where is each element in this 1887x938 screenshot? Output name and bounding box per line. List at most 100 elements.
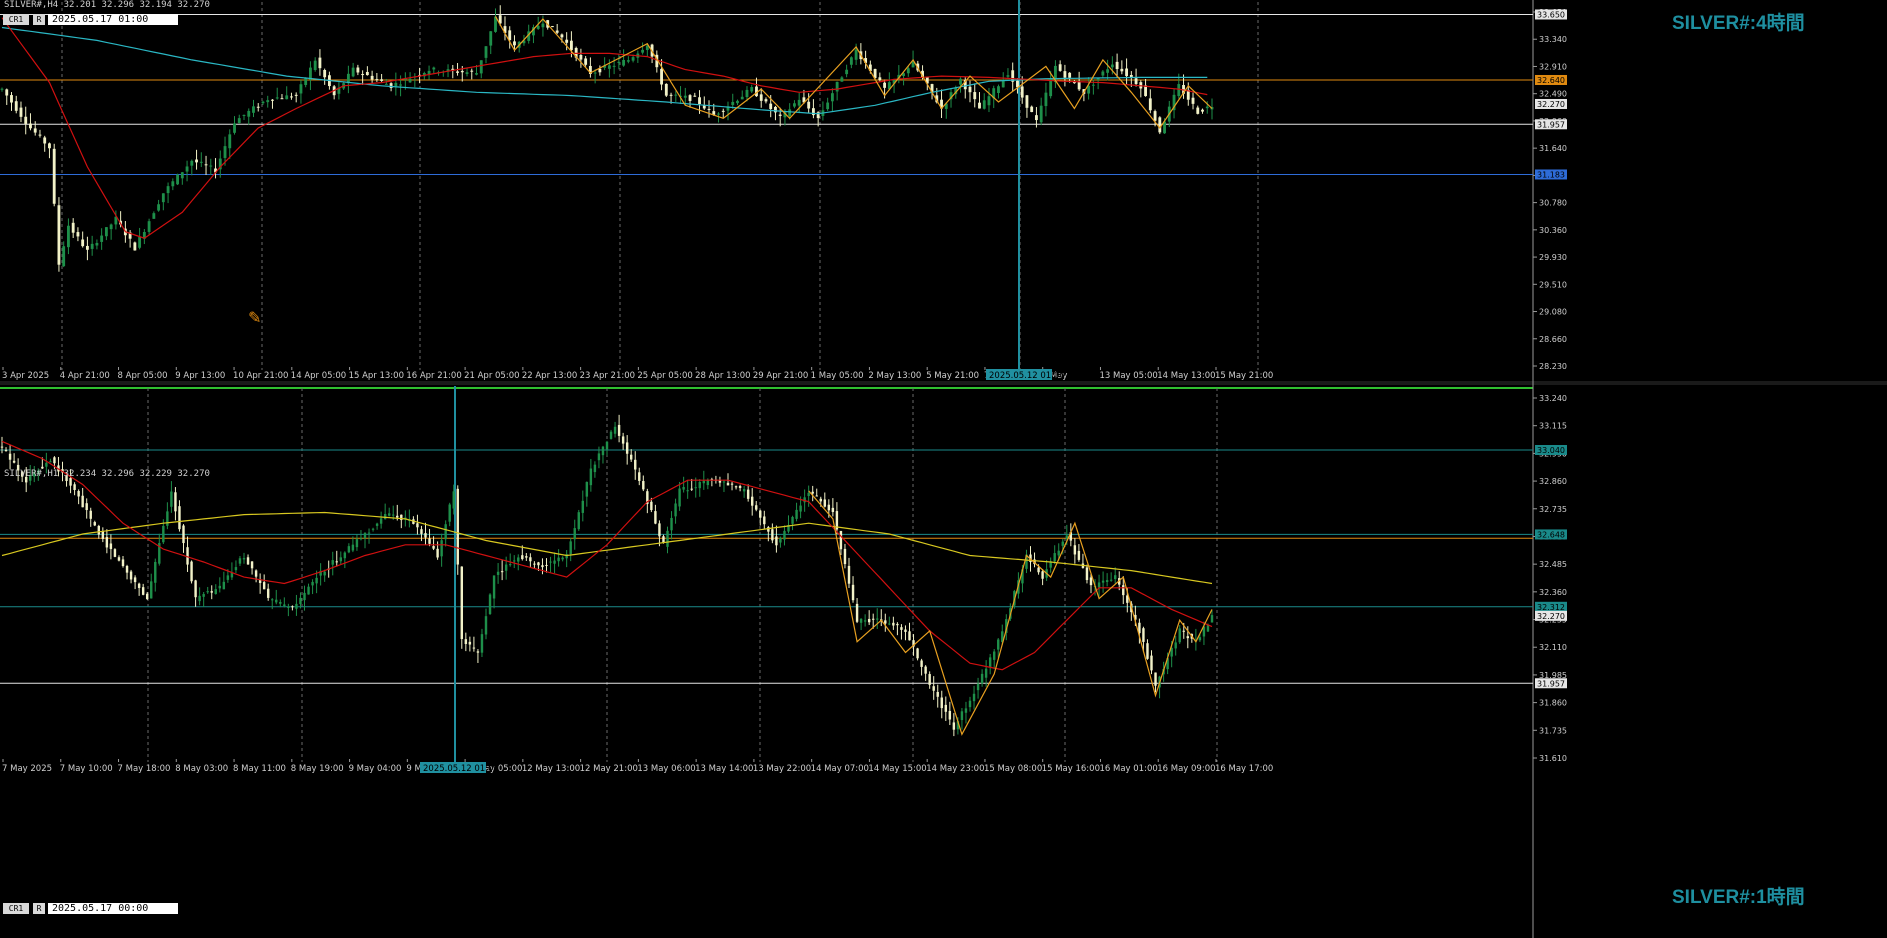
candle-body bbox=[81, 495, 84, 508]
candle-body bbox=[906, 68, 910, 74]
x-tick-label: 8 May 03:00 bbox=[175, 764, 228, 774]
candle-body bbox=[384, 83, 388, 85]
candle-body bbox=[740, 96, 744, 100]
x-tick-label: 14 May 23:00 bbox=[926, 764, 984, 774]
candle-body bbox=[290, 96, 293, 98]
candle-body bbox=[553, 560, 556, 564]
ma-red-line bbox=[1, 17, 1208, 239]
candle-body bbox=[819, 498, 822, 502]
h1-cr-button[interactable]: CR1 bbox=[3, 903, 29, 914]
candle-body bbox=[97, 525, 101, 535]
y-tick-label: 31.860 bbox=[1539, 699, 1567, 708]
candle-body bbox=[436, 548, 439, 558]
candle-body bbox=[85, 503, 88, 511]
candle-body bbox=[968, 86, 972, 93]
candle-body bbox=[109, 543, 113, 549]
x-tick-label: 13 May 06:00 bbox=[637, 764, 695, 774]
price-tag-label: 32.270 bbox=[1537, 100, 1565, 109]
candle-body bbox=[1113, 575, 1117, 580]
candle-body bbox=[664, 83, 668, 96]
candle-body bbox=[1105, 580, 1109, 582]
candle-body bbox=[53, 457, 56, 464]
candle-body bbox=[93, 522, 96, 526]
candle-body bbox=[238, 558, 242, 564]
y-tick-label: 31.735 bbox=[1539, 726, 1567, 735]
candle-body bbox=[1006, 75, 1010, 77]
candle-body bbox=[932, 686, 935, 691]
candle-body bbox=[178, 506, 181, 530]
candle-body bbox=[5, 89, 9, 96]
candle-body bbox=[318, 57, 322, 69]
candle-body bbox=[166, 511, 169, 526]
candle-body bbox=[670, 517, 673, 531]
candle-body bbox=[738, 486, 742, 488]
candle-body bbox=[254, 570, 258, 577]
candle-body bbox=[113, 549, 117, 557]
h1-watermark: SILVER#:1時間 bbox=[1672, 887, 1805, 908]
candle-body bbox=[774, 106, 777, 113]
h4-r-button[interactable]: R bbox=[33, 14, 45, 25]
candle-body bbox=[1101, 71, 1105, 76]
price-tag-label: 31.957 bbox=[1537, 679, 1565, 688]
candle-body bbox=[863, 620, 867, 622]
candle-body bbox=[1146, 643, 1149, 659]
candle-body bbox=[206, 591, 209, 593]
candle-body bbox=[541, 23, 545, 28]
candle-body bbox=[815, 495, 818, 497]
candle-body bbox=[508, 564, 512, 566]
candle-body bbox=[291, 606, 294, 608]
candle-body bbox=[797, 99, 801, 106]
h4-date-box[interactable]: 2025.05.17 01:00 bbox=[48, 14, 178, 25]
candle-body bbox=[707, 108, 711, 110]
candle-body bbox=[871, 618, 875, 620]
candle-body bbox=[218, 585, 222, 589]
candle-body bbox=[769, 103, 773, 109]
y-tick-label: 32.910 bbox=[1539, 62, 1567, 71]
candle-body bbox=[980, 673, 984, 684]
candle-body bbox=[375, 79, 379, 81]
candle-body bbox=[992, 651, 996, 660]
candle-body bbox=[601, 446, 605, 456]
candle-body bbox=[674, 94, 678, 96]
x-tick-label: 14 May 15:00 bbox=[868, 764, 926, 774]
candle-body bbox=[726, 482, 730, 486]
candle-body bbox=[759, 510, 762, 518]
y-tick-label: 33.240 bbox=[1539, 394, 1567, 403]
candle-body bbox=[1142, 628, 1145, 642]
candle-body bbox=[779, 537, 782, 543]
candle-body bbox=[1177, 84, 1181, 97]
candle-body bbox=[104, 227, 108, 237]
candle-body bbox=[396, 515, 399, 518]
h4-watermark: SILVER#:4時間 bbox=[1672, 13, 1805, 34]
h1-date-box[interactable]: 2025.05.17 00:00 bbox=[48, 903, 178, 914]
candle-body bbox=[100, 235, 104, 242]
candle-body bbox=[835, 81, 839, 92]
candle-body bbox=[500, 571, 504, 573]
candle-body bbox=[771, 529, 774, 541]
candle-body bbox=[533, 563, 536, 565]
h4-cr-button[interactable]: CR1 bbox=[3, 14, 29, 25]
h1-r-button[interactable]: R bbox=[33, 903, 45, 914]
candle-body bbox=[304, 78, 308, 86]
x-tick-label: 25 Apr 05:00 bbox=[637, 371, 692, 381]
candle-body bbox=[392, 514, 395, 516]
candle-body bbox=[1201, 109, 1204, 112]
x-tick-label: 7 May 18:00 bbox=[118, 764, 171, 774]
candle-body bbox=[791, 516, 794, 524]
candle-body bbox=[370, 75, 374, 80]
candle-body bbox=[778, 114, 782, 116]
candle-body bbox=[968, 700, 972, 708]
candle-body bbox=[851, 584, 855, 601]
candle-body bbox=[145, 593, 149, 599]
candle-body bbox=[1110, 64, 1114, 68]
candle-body bbox=[669, 94, 673, 96]
candle-body bbox=[1089, 577, 1093, 586]
x-tick-label: 23 Apr 21:00 bbox=[580, 371, 635, 381]
y-tick-label: 31.610 bbox=[1539, 754, 1567, 763]
candle-body bbox=[521, 555, 524, 560]
candle-body bbox=[763, 516, 766, 525]
crosshair-tool-icon[interactable]: ✎ bbox=[248, 310, 261, 326]
candle-body bbox=[1091, 84, 1095, 86]
candle-body bbox=[1205, 106, 1209, 109]
candle-body bbox=[315, 577, 318, 584]
